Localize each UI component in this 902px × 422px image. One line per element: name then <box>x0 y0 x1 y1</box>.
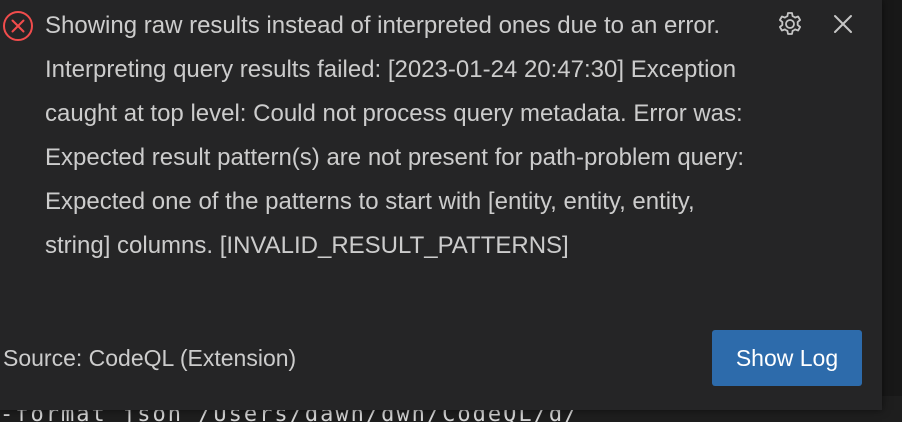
close-icon[interactable] <box>828 9 858 39</box>
notification-source: Source: CodeQL (Extension) <box>3 345 297 371</box>
error-icon <box>2 10 34 42</box>
notification-message: Showing raw results instead of interpret… <box>45 12 745 259</box>
error-notification-toast: Showing raw results instead of interpret… <box>0 0 882 410</box>
show-log-button[interactable]: Show Log <box>712 330 862 386</box>
gear-icon[interactable] <box>775 9 805 39</box>
